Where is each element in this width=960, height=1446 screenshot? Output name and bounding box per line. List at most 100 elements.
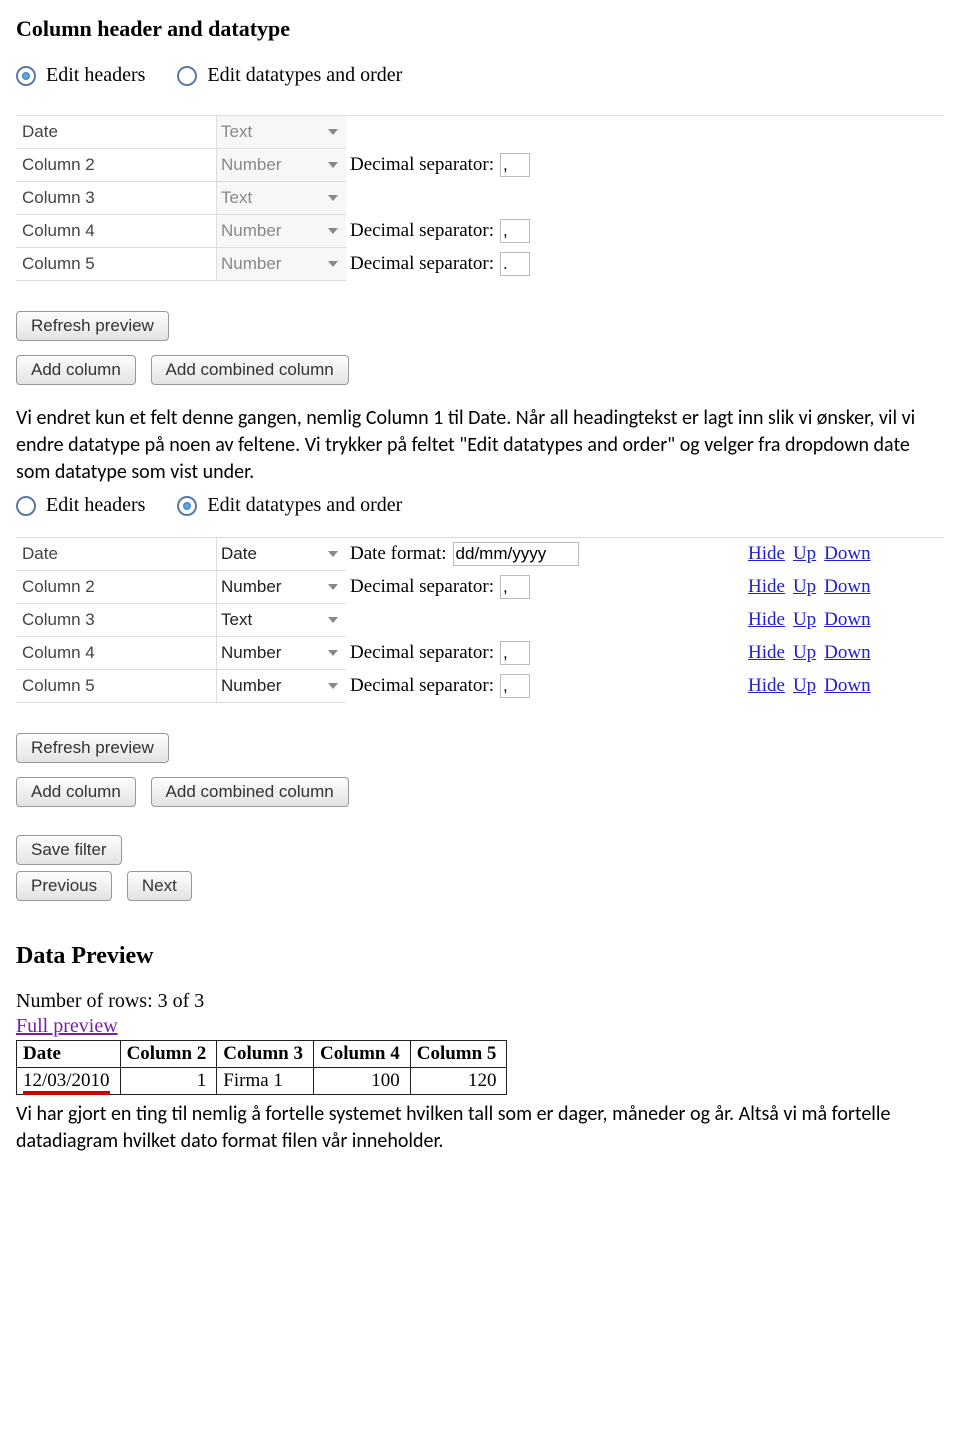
hide-link[interactable]: Hide [748, 543, 785, 565]
hide-link[interactable]: Hide [748, 609, 785, 631]
column-name-input[interactable] [20, 253, 208, 275]
extra-cell [346, 116, 744, 149]
previous-button[interactable]: Previous [16, 871, 112, 901]
actions-cell: Hide Up Down [744, 637, 944, 670]
add-column-button[interactable]: Add column [16, 777, 136, 807]
actions-cell [744, 182, 944, 215]
add-combined-column-button[interactable]: Add combined column [151, 355, 349, 385]
table-header: Column 3 [217, 1041, 314, 1068]
save-filter-button[interactable]: Save filter [16, 835, 122, 865]
column-name-cell [16, 670, 216, 703]
table-cell: Firma 1 [217, 1068, 314, 1095]
radio-edit-datatypes[interactable] [177, 66, 197, 86]
radio-edit-headers-2[interactable] [16, 496, 36, 516]
actions-cell: Hide Up Down [744, 604, 944, 637]
column-name-cell [16, 215, 216, 248]
hide-link[interactable]: Hide [748, 675, 785, 697]
radio-edit-datatypes-2[interactable] [177, 496, 197, 516]
decimal-sep-input[interactable] [500, 153, 530, 177]
datatype-dropdown[interactable]: Number [216, 149, 346, 182]
hide-link[interactable]: Hide [748, 576, 785, 598]
decimal-sep-input[interactable] [500, 219, 530, 243]
column-name-input[interactable] [20, 187, 208, 209]
column-name-input[interactable] [20, 154, 208, 176]
datatype-dropdown[interactable]: Number [216, 248, 346, 281]
down-link[interactable]: Down [824, 609, 870, 631]
chevron-down-icon [328, 129, 338, 135]
columns-grid-1: Text Number Decimal separator: Text Numb… [16, 115, 944, 281]
decimal-sep-input[interactable] [500, 252, 530, 276]
next-button[interactable]: Next [127, 871, 192, 901]
refresh-preview-button[interactable]: Refresh preview [16, 733, 169, 763]
data-preview-heading: Data Preview [16, 943, 944, 970]
column-name-cell [16, 538, 216, 571]
column-name-cell [16, 116, 216, 149]
paragraph-1: Vi endret kun et felt denne gangen, neml… [16, 405, 944, 486]
datatype-dropdown[interactable]: Number [216, 215, 346, 248]
extra-cell [346, 604, 744, 637]
table-cell: 120 [410, 1068, 507, 1095]
full-preview-link[interactable]: Full preview [16, 1015, 118, 1038]
column-name-input[interactable] [20, 642, 208, 664]
datatype-dropdown[interactable]: Text [216, 116, 346, 149]
datatype-dropdown[interactable]: Date [216, 538, 346, 571]
date-format-input[interactable] [453, 542, 579, 566]
extra-cell: Decimal separator: [346, 248, 744, 281]
datatype-dropdown[interactable]: Text [216, 182, 346, 215]
decimal-sep-input[interactable] [500, 641, 530, 665]
column-name-input[interactable] [20, 220, 208, 242]
chevron-down-icon [328, 195, 338, 201]
actions-cell: Hide Up Down [744, 571, 944, 604]
column-name-cell [16, 149, 216, 182]
up-link[interactable]: Up [793, 675, 816, 697]
actions-cell [744, 116, 944, 149]
extra-cell: Decimal separator: [346, 149, 744, 182]
datatype-dropdown[interactable]: Number [216, 670, 346, 703]
extra-cell [346, 182, 744, 215]
table-cell: 1 [120, 1068, 217, 1095]
add-column-button[interactable]: Add column [16, 355, 136, 385]
up-link[interactable]: Up [793, 609, 816, 631]
chevron-down-icon [328, 162, 338, 168]
chevron-down-icon [328, 683, 338, 689]
hide-link[interactable]: Hide [748, 642, 785, 664]
column-name-cell [16, 571, 216, 604]
radio-group-2: Edit headers Edit datatypes and order [16, 494, 944, 517]
extra-cell: Decimal separator: [346, 571, 744, 604]
chevron-down-icon [328, 551, 338, 557]
column-name-cell [16, 637, 216, 670]
up-link[interactable]: Up [793, 642, 816, 664]
column-name-input[interactable] [20, 543, 208, 565]
table-header: Column 4 [314, 1041, 411, 1068]
chevron-down-icon [328, 261, 338, 267]
actions-cell [744, 248, 944, 281]
decimal-sep-input[interactable] [500, 575, 530, 599]
column-name-input[interactable] [20, 675, 208, 697]
actions-cell [744, 215, 944, 248]
table-cell: 100 [314, 1068, 411, 1095]
column-name-cell [16, 248, 216, 281]
chevron-down-icon [328, 228, 338, 234]
datatype-dropdown[interactable]: Number [216, 637, 346, 670]
down-link[interactable]: Down [824, 675, 870, 697]
refresh-preview-button[interactable]: Refresh preview [16, 311, 169, 341]
table-header-row: Date Column 2 Column 3 Column 4 Column 5 [17, 1041, 507, 1068]
extra-cell: Date format: [346, 538, 744, 571]
column-name-cell [16, 182, 216, 215]
column-name-input[interactable] [20, 121, 208, 143]
up-link[interactable]: Up [793, 576, 816, 598]
section-heading: Column header and datatype [16, 16, 944, 42]
column-name-input[interactable] [20, 576, 208, 598]
add-combined-column-button[interactable]: Add combined column [151, 777, 349, 807]
column-name-input[interactable] [20, 609, 208, 631]
radio-label-edit-headers: Edit headers [46, 64, 145, 87]
radio-label-edit-headers-2: Edit headers [46, 494, 145, 517]
down-link[interactable]: Down [824, 576, 870, 598]
radio-edit-headers[interactable] [16, 66, 36, 86]
datatype-dropdown[interactable]: Number [216, 571, 346, 604]
down-link[interactable]: Down [824, 543, 870, 565]
datatype-dropdown[interactable]: Text [216, 604, 346, 637]
decimal-sep-input[interactable] [500, 674, 530, 698]
up-link[interactable]: Up [793, 543, 816, 565]
down-link[interactable]: Down [824, 642, 870, 664]
